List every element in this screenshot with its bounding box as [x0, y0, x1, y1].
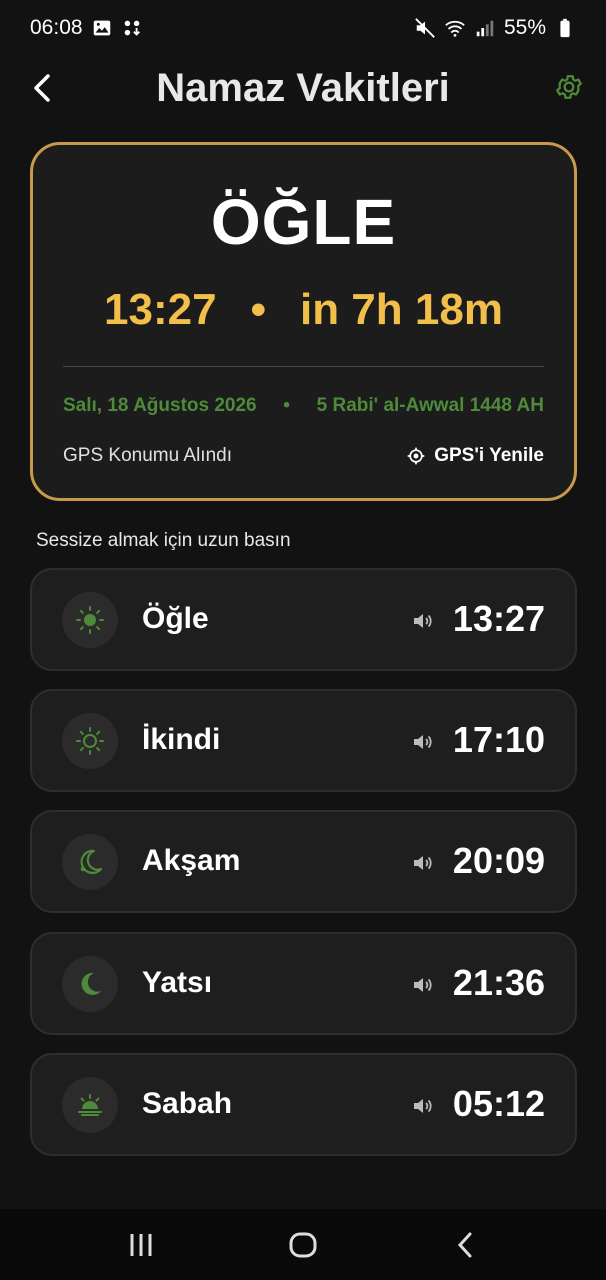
date-separator: • [283, 395, 290, 416]
hijri-date: 5 Rabi' al-Awwal 1448 AH [316, 395, 544, 416]
recent-apps-button[interactable] [121, 1225, 161, 1265]
prayer-time: 21:36 [452, 962, 545, 1003]
gps-status: GPS Konumu Alındı [63, 445, 232, 466]
recent-apps-icon [130, 1233, 152, 1256]
mute-icon [414, 17, 436, 39]
gps-refresh-label: GPS'i Yenile [434, 445, 544, 466]
prayer-name: Akşam [142, 844, 241, 877]
gps-row: GPS Konumu Alındı GPS'i Yenile [63, 445, 544, 467]
prayer-time: 13:27 [452, 598, 545, 639]
date-row: Salı, 18 Ağustos 2026 • 5 Rabi' al-Awwal… [63, 395, 544, 417]
speaker-icon[interactable] [410, 729, 436, 755]
home-icon [289, 1232, 317, 1257]
prayer-name: İkindi [142, 723, 221, 756]
gallery-icon [91, 17, 113, 39]
gregorian-date: Salı, 18 Ağustos 2026 [63, 395, 257, 416]
home-button[interactable] [283, 1225, 323, 1265]
long-press-hint: Sessize almak için uzun basın [36, 530, 291, 551]
current-prayer-time: 13:27 [104, 285, 217, 334]
prayer-item-ogle[interactable]: Öğle 13:27 [30, 568, 577, 671]
prayer-icon-container [62, 592, 118, 648]
wifi-icon [444, 17, 466, 39]
prayer-item-sabah[interactable]: Sabah 05:12 [30, 1053, 577, 1156]
speaker-icon[interactable] [410, 972, 436, 998]
page-title: Namaz Vakitleri [156, 66, 450, 110]
status-bar: 06:08 55% [0, 0, 606, 56]
moon-filled-icon [81, 972, 101, 995]
card-divider [63, 366, 544, 367]
countdown: in 7h 18m [299, 285, 503, 334]
current-prayer-name: ÖĞLE [210, 186, 397, 258]
battery-icon [554, 17, 576, 39]
gps-refresh-button[interactable]: GPS'i Yenile [406, 445, 544, 467]
battery-percent: 55% [503, 16, 546, 39]
prayer-name: Öğle [142, 602, 209, 635]
prayer-time: 20:09 [452, 840, 545, 881]
status-time: 06:08 [30, 16, 83, 39]
moon-outline-icon [80, 849, 103, 874]
status-left: 06:08 [30, 16, 143, 40]
prayer-item-ikindi[interactable]: İkindi 17:10 [30, 689, 577, 792]
location-target-icon [407, 447, 425, 465]
status-right: 55% [414, 16, 576, 40]
prayer-name: Sabah [142, 1087, 233, 1120]
current-prayer-card: ÖĞLE 13:27 • in 7h 18m Salı, 18 Ağustos … [30, 142, 577, 501]
settings-button[interactable] [552, 70, 586, 104]
speaker-icon[interactable] [410, 850, 436, 876]
prayer-time: 05:12 [452, 1083, 545, 1124]
gear-icon [556, 75, 582, 99]
app-header: Namaz Vakitleri [0, 56, 606, 122]
download-icon [121, 17, 143, 39]
prayer-item-aksam[interactable]: Akşam 20:09 [30, 810, 577, 913]
prayer-item-yatsi[interactable]: Yatsı 21:36 [30, 932, 577, 1035]
prayer-name: Yatsı [142, 966, 213, 999]
sun-outline-icon [76, 727, 104, 755]
prayer-icon-container [62, 834, 118, 890]
prayer-icon-container [62, 713, 118, 769]
prayer-time: 17:10 [452, 719, 545, 760]
speaker-icon[interactable] [410, 1093, 436, 1119]
prayer-icon-container [62, 1077, 118, 1133]
nav-back-button[interactable] [445, 1225, 485, 1265]
back-icon [457, 1232, 472, 1257]
current-time-row: 13:27 • in 7h 18m [33, 285, 574, 335]
system-nav-bar [0, 1209, 606, 1280]
signal-icon [474, 17, 496, 39]
sun-filled-icon [76, 606, 104, 634]
sunrise-icon [78, 1094, 102, 1116]
time-separator: • [250, 285, 266, 334]
speaker-icon[interactable] [410, 608, 436, 634]
prayer-icon-container [62, 956, 118, 1012]
